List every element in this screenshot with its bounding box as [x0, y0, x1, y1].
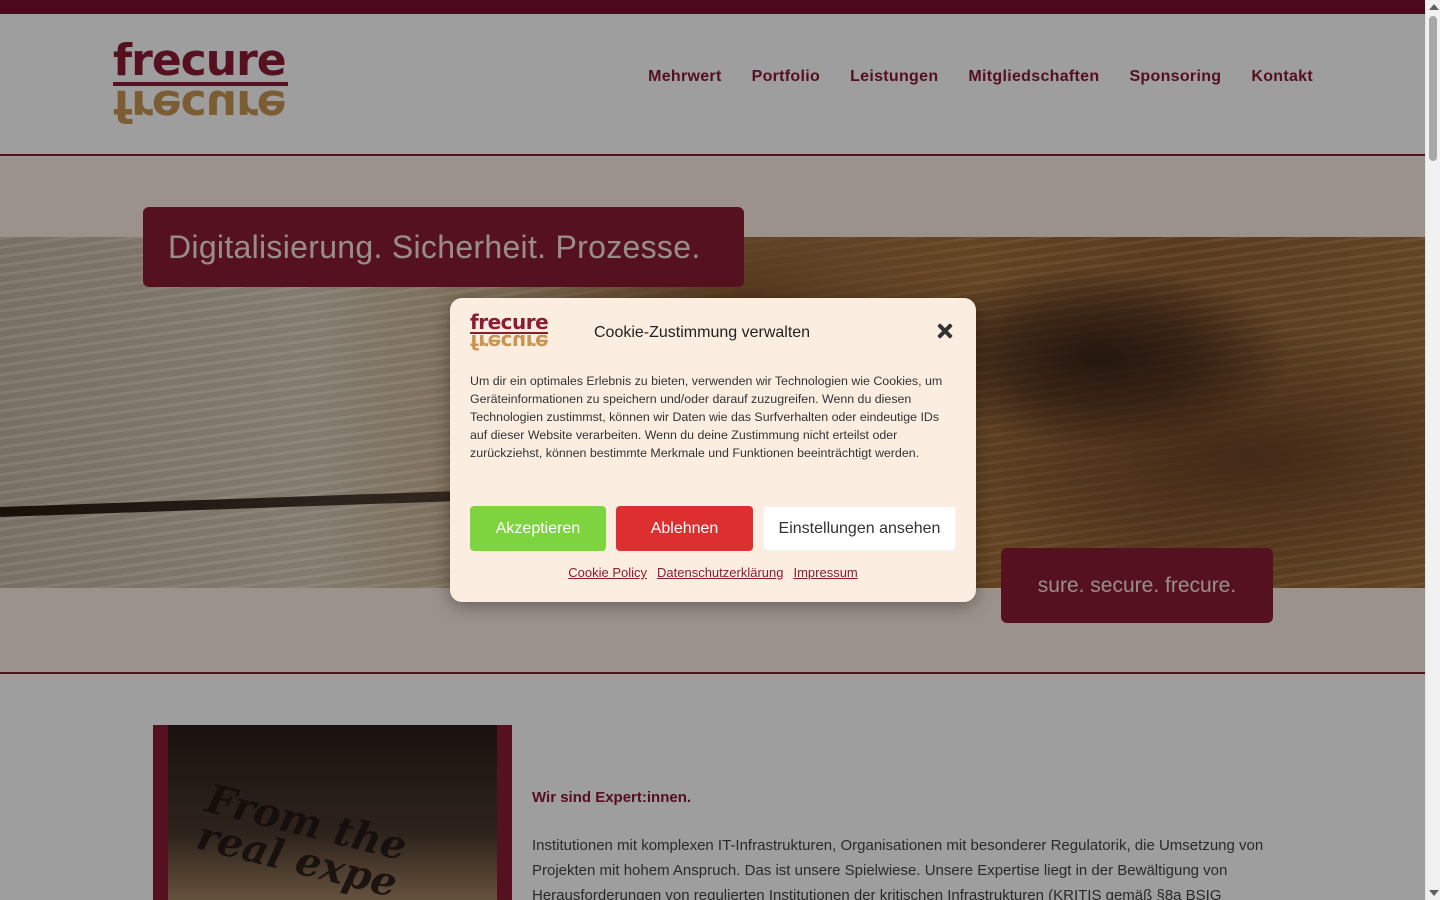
accept-button[interactable]: Akzeptieren — [470, 506, 606, 551]
view-settings-button[interactable]: Einstellungen ansehen — [763, 506, 956, 551]
cookie-dialog-body: Um dir ein optimales Erlebnis zu bieten,… — [470, 374, 943, 460]
scroll-up-arrow-icon[interactable] — [1429, 4, 1439, 10]
close-icon[interactable] — [936, 322, 954, 340]
cookie-dialog-logo: frecure frecure — [470, 310, 549, 354]
privacy-policy-link[interactable]: Datenschutzerklärung — [657, 565, 783, 580]
cookie-policy-link[interactable]: Cookie Policy — [568, 565, 647, 580]
cookie-dialog-title: Cookie-Zustimmung verwalten — [594, 324, 811, 341]
scrollbar-thumb[interactable] — [1429, 16, 1437, 161]
scroll-down-arrow-icon[interactable] — [1429, 890, 1439, 896]
vertical-scrollbar[interactable] — [1425, 0, 1440, 900]
imprint-link[interactable]: Impressum — [793, 565, 857, 580]
cookie-logo-reflection: frecure — [470, 330, 549, 354]
cookie-dialog-links: Cookie Policy Datenschutzerklärung Impre… — [450, 565, 976, 580]
page: frecure frecure Mehrwert Portfolio Leist… — [0, 0, 1425, 900]
cookie-consent-dialog: frecure frecure Cookie-Zustimmung verwal… — [450, 298, 976, 602]
reject-button[interactable]: Ablehnen — [616, 506, 753, 551]
cookie-logo-wordmark: frecure — [470, 310, 549, 334]
